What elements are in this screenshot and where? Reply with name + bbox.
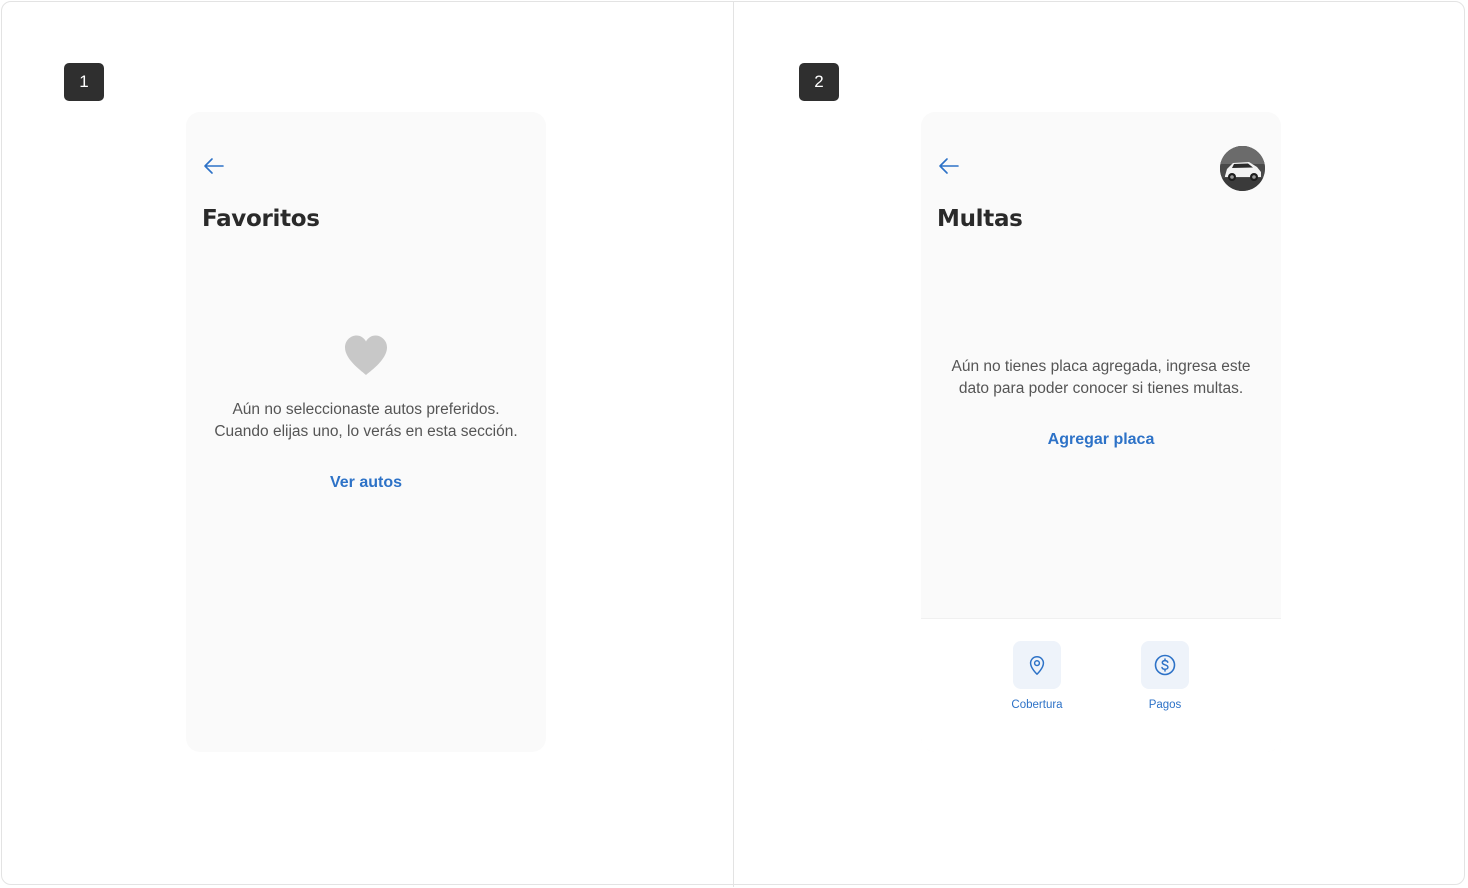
nav-item-cobertura[interactable]: Cobertura	[987, 641, 1087, 711]
empty-state-message: Aún no seleccionaste autos preferidos. C…	[186, 399, 546, 443]
ver-autos-link[interactable]: Ver autos	[186, 474, 546, 492]
favoritos-screen: Favoritos Aún no seleccionaste autos pre…	[186, 112, 546, 752]
screen-number-badge: 1	[64, 63, 104, 101]
empty-state-line: Aún no tienes placa agregada, ingresa es…	[951, 358, 1251, 375]
nav-icon-container	[1013, 641, 1061, 689]
heart-icon	[345, 335, 387, 375]
empty-state-line: Aún no seleccionaste autos preferidos.	[232, 401, 500, 418]
back-button[interactable]	[935, 152, 963, 180]
dollar-circle-icon	[1154, 654, 1176, 676]
location-pin-icon	[1029, 656, 1045, 675]
empty-state-message: Aún no tienes placa agregada, ingresa es…	[921, 356, 1281, 400]
nav-icon-container	[1141, 641, 1189, 689]
back-button[interactable]	[200, 152, 228, 180]
bottom-navigation: Cobertura Pagos	[921, 618, 1281, 752]
page-title: Multas	[937, 206, 1023, 232]
arrow-left-icon	[939, 158, 959, 174]
car-avatar[interactable]	[1220, 146, 1265, 191]
empty-state-line: dato para poder conocer si tienes multas…	[958, 380, 1244, 397]
page-title: Favoritos	[202, 206, 320, 232]
nav-label: Pagos	[1148, 699, 1182, 711]
panel-divider	[733, 1, 734, 887]
empty-state-line: Cuando elijas uno, lo verás en esta secc…	[214, 423, 518, 440]
multas-screen: Multas Aún no tienes placa agregada, ing…	[921, 112, 1281, 752]
nav-item-pagos[interactable]: Pagos	[1115, 641, 1215, 711]
arrow-left-icon	[204, 158, 224, 174]
car-icon	[1220, 146, 1265, 191]
screen-number-badge: 2	[799, 63, 839, 101]
agregar-placa-link[interactable]: Agregar placa	[921, 431, 1281, 449]
nav-label: Cobertura	[1011, 699, 1063, 711]
